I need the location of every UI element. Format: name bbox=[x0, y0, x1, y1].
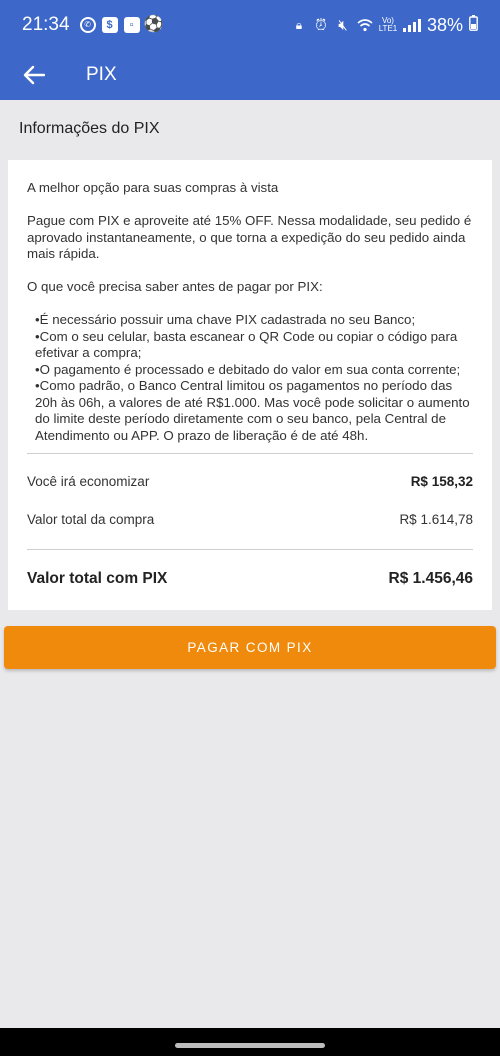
whatsapp-icon: ✆ bbox=[79, 17, 96, 33]
purchase-total-row: Valor total da compra R$ 1.614,78 bbox=[27, 512, 473, 527]
home-gesture-handle[interactable] bbox=[175, 1043, 325, 1048]
signal-icon bbox=[402, 18, 421, 32]
status-time: 21:34 bbox=[22, 14, 70, 35]
app-bar: 21:34 ✆ $ ▫ ⚽ 🔒︎ ⏰︎ 🔇︎ Vo) LTE1 38% PIX bbox=[0, 0, 500, 100]
info-bullet: O pagamento é processado e debitado do v… bbox=[35, 362, 473, 379]
info-intro: Pague com PIX e aproveite até 15% OFF. N… bbox=[27, 213, 472, 261]
pix-total-value: R$ 1.456,46 bbox=[388, 570, 473, 587]
square-app-icon: ▫ bbox=[123, 17, 140, 33]
info-bullet: Com o seu celular, basta escanear o QR C… bbox=[35, 329, 473, 362]
section-title: Informações do PIX bbox=[19, 120, 160, 137]
lock-icon: 🔒︎ bbox=[295, 18, 303, 32]
purchase-total-label: Valor total da compra bbox=[27, 512, 155, 527]
mute-icon: 🔇︎ bbox=[338, 16, 348, 34]
toolbar: PIX bbox=[0, 50, 500, 100]
arrow-left-icon bbox=[23, 65, 45, 85]
page-title: PIX bbox=[86, 64, 117, 85]
divider bbox=[27, 549, 473, 550]
status-bar: 21:34 ✆ $ ▫ ⚽ 🔒︎ ⏰︎ 🔇︎ Vo) LTE1 38% bbox=[0, 0, 500, 50]
pix-total-label: Valor total com PIX bbox=[27, 570, 168, 587]
pix-total-row: Valor total com PIX R$ 1.456,46 bbox=[27, 570, 473, 588]
savings-value: R$ 158,32 bbox=[410, 474, 473, 489]
wifi-icon bbox=[357, 17, 373, 33]
pay-with-pix-button[interactable]: PAGAR COM PIX bbox=[4, 626, 496, 669]
info-bullet: Como padrão, o Banco Central limitou os … bbox=[35, 378, 473, 444]
pix-info-text: A melhor opção para suas compras à vista… bbox=[27, 180, 473, 444]
network-type: Vo) LTE1 bbox=[378, 16, 398, 33]
divider bbox=[27, 453, 473, 454]
battery-level: 38% bbox=[426, 14, 463, 35]
dollar-app-icon: $ bbox=[101, 17, 118, 33]
info-subtitle: O que você precisa saber antes de pagar … bbox=[27, 279, 323, 294]
pix-info-card: A melhor opção para suas compras à vista… bbox=[8, 160, 492, 610]
info-bullet: É necessário possuir uma chave PIX cadas… bbox=[35, 312, 473, 329]
info-bullet-list: É necessário possuir uma chave PIX cadas… bbox=[27, 312, 473, 444]
battery-icon bbox=[469, 14, 478, 36]
purchase-total-value: R$ 1.614,78 bbox=[399, 512, 473, 527]
system-nav-bar bbox=[0, 1028, 500, 1056]
soccer-ball-icon: ⚽ bbox=[143, 16, 164, 33]
savings-label: Você irá economizar bbox=[27, 474, 150, 489]
savings-row: Você irá economizar R$ 158,32 bbox=[27, 474, 473, 489]
info-headline: A melhor opção para suas compras à vista bbox=[27, 180, 279, 195]
back-button[interactable] bbox=[10, 51, 58, 99]
alarm-icon: ⏰︎ bbox=[315, 16, 327, 34]
